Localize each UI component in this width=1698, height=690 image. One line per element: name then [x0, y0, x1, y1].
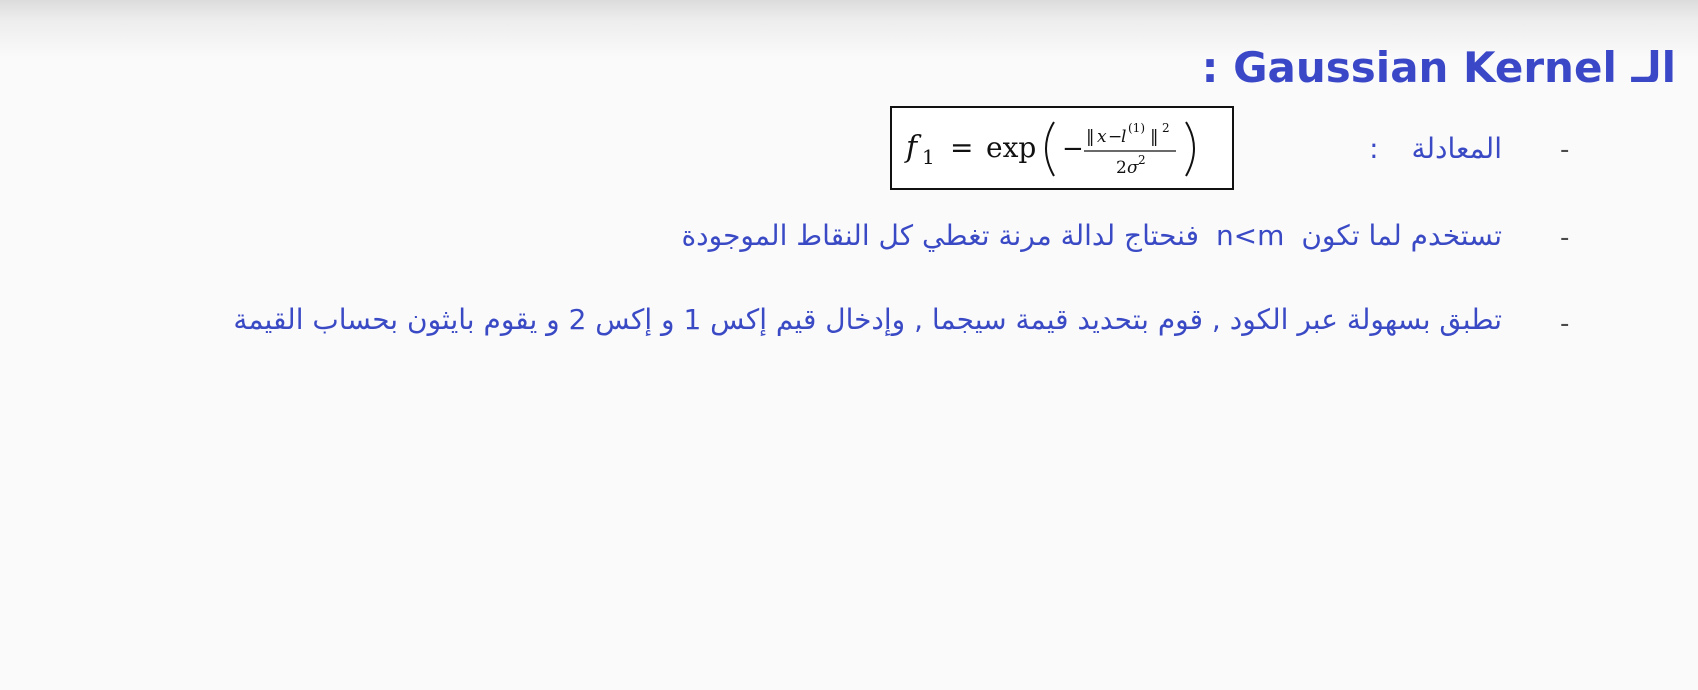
equation-label-colon: :: [1369, 132, 1379, 165]
gaussian-formula: f 1 = exp − ‖ x − l (1) ‖ 2 2 σ 2: [904, 121, 1195, 178]
title-colon: :: [1201, 43, 1219, 92]
formula-num-power: 2: [1162, 121, 1170, 135]
bullet-usage: تستخدم لما تكون n<m فنحتاج لدالة مرنة تغ…: [302, 211, 1502, 261]
formula-f: f: [904, 130, 922, 165]
formula-minus: −: [1062, 134, 1084, 164]
formula-sub-1: 1: [922, 145, 935, 169]
formula-den-power: 2: [1138, 153, 1146, 167]
formula-num-l: l: [1121, 127, 1126, 147]
formula-equals: =: [950, 131, 973, 164]
usage-term: n<m: [1215, 219, 1285, 252]
title-prefix: الـ: [1631, 43, 1676, 92]
formula-left-paren: [1045, 121, 1055, 177]
bullet-dash-1: -: [1560, 135, 1570, 165]
formula-num-x: x: [1097, 127, 1107, 147]
formula-right-paren: [1185, 121, 1195, 177]
usage-text-before: تستخدم لما تكون: [1301, 219, 1502, 252]
bullet-implementation: تطبق بسهولة عبر الكود , قوم بتحديد قيمة …: [233, 303, 1502, 336]
bullet-equation-label: المعادلة :: [1202, 124, 1502, 174]
bullet-dash-2: -: [1560, 223, 1570, 253]
formula-num-open: ‖: [1086, 127, 1095, 147]
slide-title: الـ Gaussian Kernel :: [1202, 40, 1676, 96]
usage-text-after: فنحتاج لدالة مرنة تغطي كل النقاط الموجود…: [681, 219, 1200, 252]
bullet-dash-3: -: [1560, 309, 1570, 339]
formula-exp: exp: [986, 131, 1036, 164]
formula-den-coeff: 2: [1116, 158, 1127, 178]
equation-label-text: المعادلة: [1411, 132, 1502, 165]
formula-num-index: (1): [1128, 121, 1145, 135]
title-term: Gaussian Kernel: [1233, 43, 1617, 92]
formula-num-close: ‖: [1150, 127, 1159, 147]
gaussian-formula-box: f 1 = exp − ‖ x − l (1) ‖ 2 2 σ 2: [890, 106, 1234, 190]
